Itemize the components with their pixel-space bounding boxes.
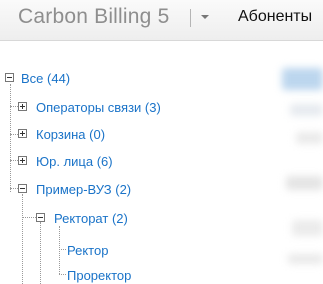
tree-node-label[interactable]: Все (44) xyxy=(21,71,70,86)
tree-line xyxy=(59,249,66,250)
expand-icon[interactable] xyxy=(18,129,27,138)
tree-node[interactable]: Ректорат (2) xyxy=(54,210,128,228)
collapse-icon[interactable] xyxy=(36,213,45,222)
blurred-content xyxy=(292,220,323,236)
tree-line xyxy=(40,222,41,284)
collapse-icon[interactable] xyxy=(18,184,27,193)
tree-line xyxy=(10,134,18,135)
chevron-down-icon[interactable] xyxy=(196,9,212,25)
blurred-content xyxy=(296,132,323,144)
tree-node[interactable]: Пример-ВУЗ (2) xyxy=(36,181,131,199)
blurred-content xyxy=(290,104,323,116)
tree-node[interactable]: Операторы связи (3) xyxy=(36,99,161,117)
app-frame: Carbon Billing 5 Абоненты Все (44) Опера… xyxy=(0,0,323,284)
tree-node-root[interactable]: Все (44) xyxy=(21,70,70,88)
tree-node[interactable]: Юр. лица (6) xyxy=(36,153,113,171)
tree-line xyxy=(10,160,18,161)
tree-line xyxy=(22,217,36,218)
expand-icon[interactable] xyxy=(18,102,27,111)
collapse-icon[interactable] xyxy=(5,73,14,82)
tree-leaf[interactable]: Проректор xyxy=(67,267,131,284)
navbar-divider xyxy=(190,9,191,27)
blurred-content xyxy=(282,68,323,90)
tree-node-label[interactable]: Проректор xyxy=(67,268,131,283)
tree-line xyxy=(10,188,18,189)
tree-line xyxy=(59,226,60,274)
expand-icon[interactable] xyxy=(18,156,27,165)
tree-node[interactable]: Корзина (0) xyxy=(36,126,105,144)
blurred-content xyxy=(288,254,323,264)
tree-line xyxy=(59,274,66,275)
top-navbar: Carbon Billing 5 Абоненты xyxy=(0,0,323,41)
nav-subscribers[interactable]: Абоненты xyxy=(238,8,312,26)
tree-node-label[interactable]: Ректорат (2) xyxy=(54,211,128,226)
tree-line xyxy=(10,84,11,192)
tree-node-label[interactable]: Юр. лица (6) xyxy=(36,154,113,169)
tree-node-label[interactable]: Ректор xyxy=(67,243,108,258)
blurred-content xyxy=(286,176,323,190)
tree-node-label[interactable]: Пример-ВУЗ (2) xyxy=(36,182,131,197)
brand-logo[interactable]: Carbon Billing 5 xyxy=(18,5,169,29)
tree-line xyxy=(10,106,18,107)
tree-leaf[interactable]: Ректор xyxy=(67,242,108,260)
tree-node-label[interactable]: Операторы связи (3) xyxy=(36,100,161,115)
tree-node-label[interactable]: Корзина (0) xyxy=(36,127,105,142)
tree-line xyxy=(22,194,23,284)
